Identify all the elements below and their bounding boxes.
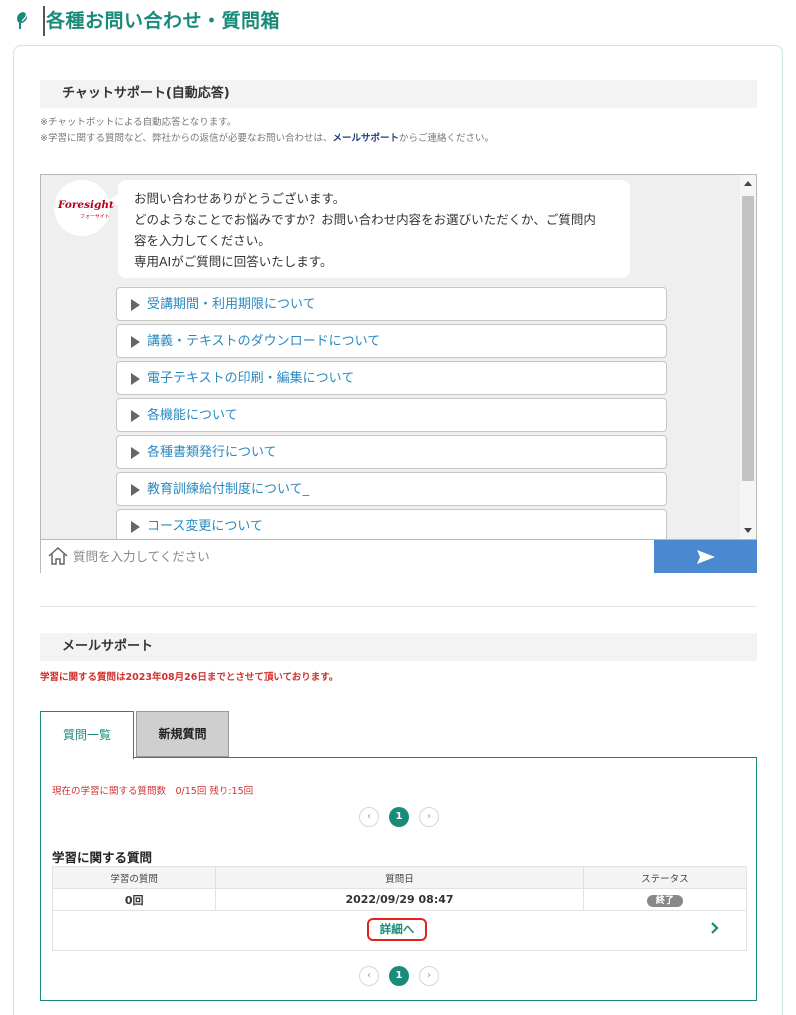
chat-option-3[interactable]: 電子テキストの印刷・編集について — [116, 361, 667, 395]
page-header: 各種お問い合わせ・質問箱 — [0, 0, 796, 42]
mail-support-heading: メールサポート — [40, 633, 757, 661]
triangle-right-icon — [131, 484, 140, 496]
scroll-down-arrow-icon[interactable] — [744, 528, 752, 533]
scroll-thumb[interactable] — [742, 196, 754, 481]
send-button[interactable] — [654, 540, 757, 573]
triangle-right-icon — [131, 447, 140, 459]
section-divider — [40, 606, 757, 607]
chat-note-line1: ※チャットボットによる自動応答となります。 — [40, 117, 237, 128]
next-page-button[interactable]: › — [419, 807, 439, 827]
tab-new-question-label: 新規質問 — [158, 727, 207, 741]
triangle-right-icon — [131, 299, 140, 311]
prev-page-button[interactable]: ‹ — [359, 966, 379, 986]
table-row: 0回 2022/09/29 08:47 終了 — [51, 888, 748, 911]
page-title: 各種お問い合わせ・質問箱 — [46, 10, 281, 32]
chat-option-label: コース変更について — [147, 519, 263, 534]
triangle-right-icon — [131, 373, 140, 385]
question-count-cell: 0回 — [51, 888, 217, 911]
home-icon[interactable] — [47, 546, 69, 566]
chat-note-line2: ※学習に関する質問など、弊社からの返信が必要なお問い合わせは、メールサポートから… — [40, 131, 494, 147]
column-header: 質問日 — [215, 866, 584, 889]
chat-support-heading-label: チャットサポート(自動応答) — [62, 86, 230, 101]
triangle-right-icon — [131, 521, 140, 533]
bot-message-line: 容を入力してください。 — [134, 233, 271, 248]
tab-question-list[interactable]: 質問一覧 — [40, 711, 134, 759]
chat-question-input[interactable] — [73, 540, 653, 573]
bot-avatar: Foresight フォーサイト — [54, 180, 114, 236]
chat-option-7[interactable]: コース変更について — [116, 509, 667, 539]
column-header: 学習の質問 — [51, 866, 217, 889]
column-header: ステータス — [582, 866, 748, 889]
current-page[interactable]: 1 — [389, 966, 409, 986]
status-badge: 終了 — [646, 894, 683, 907]
chat-support-heading: チャットサポート(自動応答) — [40, 80, 757, 108]
pagination-bottom: ‹ 1 › — [357, 966, 441, 986]
bot-logo-subtext: フォーサイト — [80, 214, 110, 220]
pagination-top: ‹ 1 › — [357, 807, 441, 827]
chat-option-label: 教育訓練給付制度について_ — [147, 482, 310, 497]
chat-option-label: 受講期間・利用期限について — [147, 297, 316, 312]
triangle-right-icon — [131, 336, 140, 348]
chat-option-2[interactable]: 講義・テキストのダウンロードについて — [116, 324, 667, 358]
chat-window: Foresight フォーサイト お問い合わせありがとうございます。 どのような… — [40, 174, 757, 540]
chat-option-label: 電子テキストの印刷・編集について — [147, 371, 355, 386]
table-header-row: 学習の質問 質問日 ステータス — [51, 866, 748, 889]
mail-support-heading-label: メールサポート — [62, 639, 154, 654]
chat-option-1[interactable]: 受講期間・利用期限について — [116, 287, 667, 321]
chat-note-prefix: ※学習に関する質問など、弊社からの返信が必要なお問い合わせは、 — [40, 133, 333, 144]
header-cursor-bar — [43, 6, 45, 36]
detail-row[interactable]: 詳細へ — [52, 911, 747, 951]
prev-page-button[interactable]: ‹ — [359, 807, 379, 827]
chat-scrollbar[interactable] — [740, 175, 756, 539]
bubble-tail — [109, 194, 119, 206]
bot-message-line: 専用AIがご質問に回答いたします。 — [134, 254, 333, 269]
leaf-icon — [17, 12, 27, 29]
chat-note-suffix: からご連絡ください。 — [399, 133, 495, 144]
tab-new-question[interactable]: 新規質問 — [136, 711, 229, 757]
chat-input-row — [40, 540, 757, 573]
bot-message-line: どのようなことでお悩みですか？お問い合わせ内容をお選びいただくか、ご質問内 — [134, 212, 596, 227]
chat-option-label: 講義・テキストのダウンロードについて — [147, 334, 381, 349]
question-date-cell: 2022/09/29 08:47 — [215, 888, 584, 911]
send-arrow-icon — [697, 550, 715, 564]
chat-option-5[interactable]: 各種書類発行について — [116, 435, 667, 469]
current-page[interactable]: 1 — [389, 807, 409, 827]
question-count-note: 現在の学習に関する質問数 0/15回 残り:15回 — [52, 786, 254, 797]
mail-support-link[interactable]: メールサポート — [333, 133, 400, 144]
chat-option-label: 各種書類発行について — [147, 445, 277, 460]
bot-logo-text: Foresight — [58, 199, 114, 211]
detail-button[interactable]: 詳細へ — [367, 918, 427, 941]
status-cell: 終了 — [582, 888, 748, 911]
chat-option-4[interactable]: 各機能について — [116, 398, 667, 432]
question-list-title: 学習に関する質問 — [52, 850, 153, 865]
bot-message-line: お問い合わせありがとうございます。 — [134, 191, 346, 206]
deadline-note: 学習に関する質問は2023年08月26日までとさせて頂いております。 — [40, 672, 339, 683]
next-page-button[interactable]: › — [419, 966, 439, 986]
bot-message-bubble: お問い合わせありがとうございます。 どのようなことでお悩みですか？お問い合わせ内… — [109, 180, 630, 278]
scroll-up-arrow-icon[interactable] — [744, 181, 752, 186]
question-table: 学習の質問 質問日 ステータス 0回 2022/09/29 08:47 終了 — [51, 866, 748, 911]
triangle-right-icon — [131, 410, 140, 422]
tab-question-list-label: 質問一覧 — [62, 728, 111, 742]
chat-option-6[interactable]: 教育訓練給付制度について_ — [116, 472, 667, 506]
chevron-right-icon[interactable] — [710, 921, 720, 935]
question-list-panel: 現在の学習に関する質問数 0/15回 残り:15回 ‹ 1 › 学習に関する質問… — [40, 757, 757, 1001]
chat-option-label: 各機能について — [147, 408, 238, 423]
